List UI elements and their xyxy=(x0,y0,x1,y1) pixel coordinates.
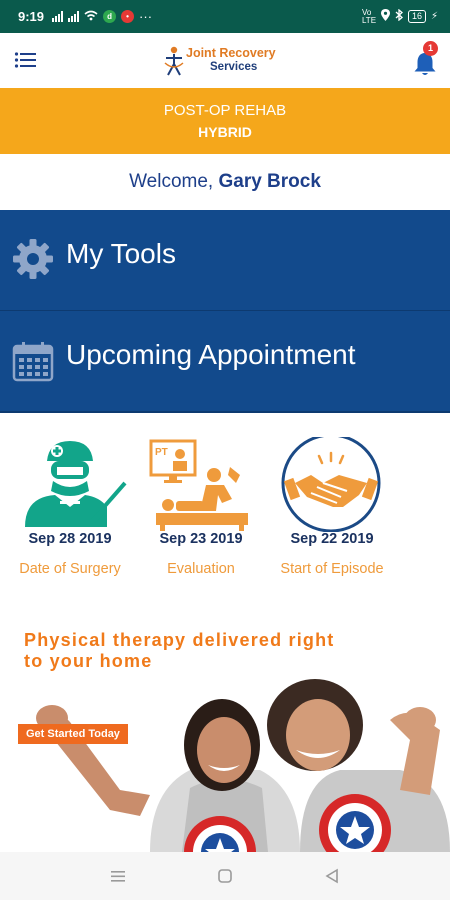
notification-count-badge: 1 xyxy=(423,41,438,56)
upcoming-appointment-label: Upcoming Appointment xyxy=(66,339,356,370)
get-started-button[interactable]: Get Started Today xyxy=(18,724,128,744)
back-icon[interactable] xyxy=(324,868,340,884)
status-time: 9:19 xyxy=(18,9,45,24)
welcome-message: Welcome, Gary Brock xyxy=(0,154,450,210)
my-tools-label: My Tools xyxy=(66,238,176,269)
system-nav-bar xyxy=(0,852,450,900)
logo-text-line2: Services xyxy=(210,61,258,73)
battery-icon: 16 xyxy=(407,10,426,23)
wifi-icon xyxy=(84,9,98,24)
program-subtype: HYBRID xyxy=(198,124,252,140)
charging-icon: ⚡ xyxy=(430,11,438,22)
handshake-icon xyxy=(281,437,381,532)
surgeon-icon xyxy=(25,441,127,527)
pt-badge: PT xyxy=(155,447,168,458)
location-icon xyxy=(380,9,390,24)
welcome-prefix: Welcome, xyxy=(129,171,214,192)
app-notification-icon: • xyxy=(121,10,135,23)
notifications-button[interactable]: 1 xyxy=(410,41,444,79)
evaluation-date: Sep 23 2019 xyxy=(159,531,243,547)
volte-label: Vo LTE xyxy=(361,7,377,25)
promo-banner[interactable]: Physical therapy delivered right to your… xyxy=(0,620,450,852)
signal-icon xyxy=(52,11,64,22)
upcoming-appointment-button[interactable]: Upcoming Appointment xyxy=(0,311,450,413)
app-notification-icon: d xyxy=(103,10,117,23)
recent-apps-icon[interactable] xyxy=(110,868,126,884)
evaluation-caption: Evaluation xyxy=(167,561,235,577)
menu-icon[interactable] xyxy=(14,50,38,70)
bluetooth-icon xyxy=(395,8,403,24)
timeline-item-evaluation[interactable]: PT Sep 23 2019 Evaluation xyxy=(136,437,266,587)
more-notifications-icon: ··· xyxy=(139,9,153,24)
my-tools-button[interactable]: My Tools xyxy=(0,210,450,312)
gear-icon xyxy=(13,239,53,279)
promo-headline: Physical therapy delivered right to your… xyxy=(24,630,335,671)
status-bar: 9:19 d • ··· Vo LTE 16 ⚡ xyxy=(0,0,450,33)
app-logo: Joint Recovery Services xyxy=(160,43,295,79)
signal-icon xyxy=(68,11,80,22)
logo-text-line1: Joint Recovery xyxy=(186,46,276,60)
timeline-item-episode-start[interactable]: Sep 22 2019 Start of Episode xyxy=(267,437,397,587)
home-icon[interactable] xyxy=(217,868,233,884)
calendar-icon xyxy=(12,342,54,382)
logo-figure-icon xyxy=(164,46,184,76)
app-header: Joint Recovery Services 1 xyxy=(0,33,450,89)
program-banner: POST-OP REHAB HYBRID xyxy=(0,88,450,154)
timeline-item-surgery[interactable]: Sep 28 2019 Date of Surgery xyxy=(5,437,135,587)
episode-start-date: Sep 22 2019 xyxy=(290,531,374,547)
surgery-caption: Date of Surgery xyxy=(19,561,121,577)
surgery-date: Sep 28 2019 xyxy=(28,531,112,547)
user-name: Gary Brock xyxy=(218,171,321,192)
program-type: POST-OP REHAB xyxy=(163,102,287,119)
physical-therapy-icon: PT xyxy=(149,439,248,531)
episode-start-caption: Start of Episode xyxy=(280,561,384,577)
